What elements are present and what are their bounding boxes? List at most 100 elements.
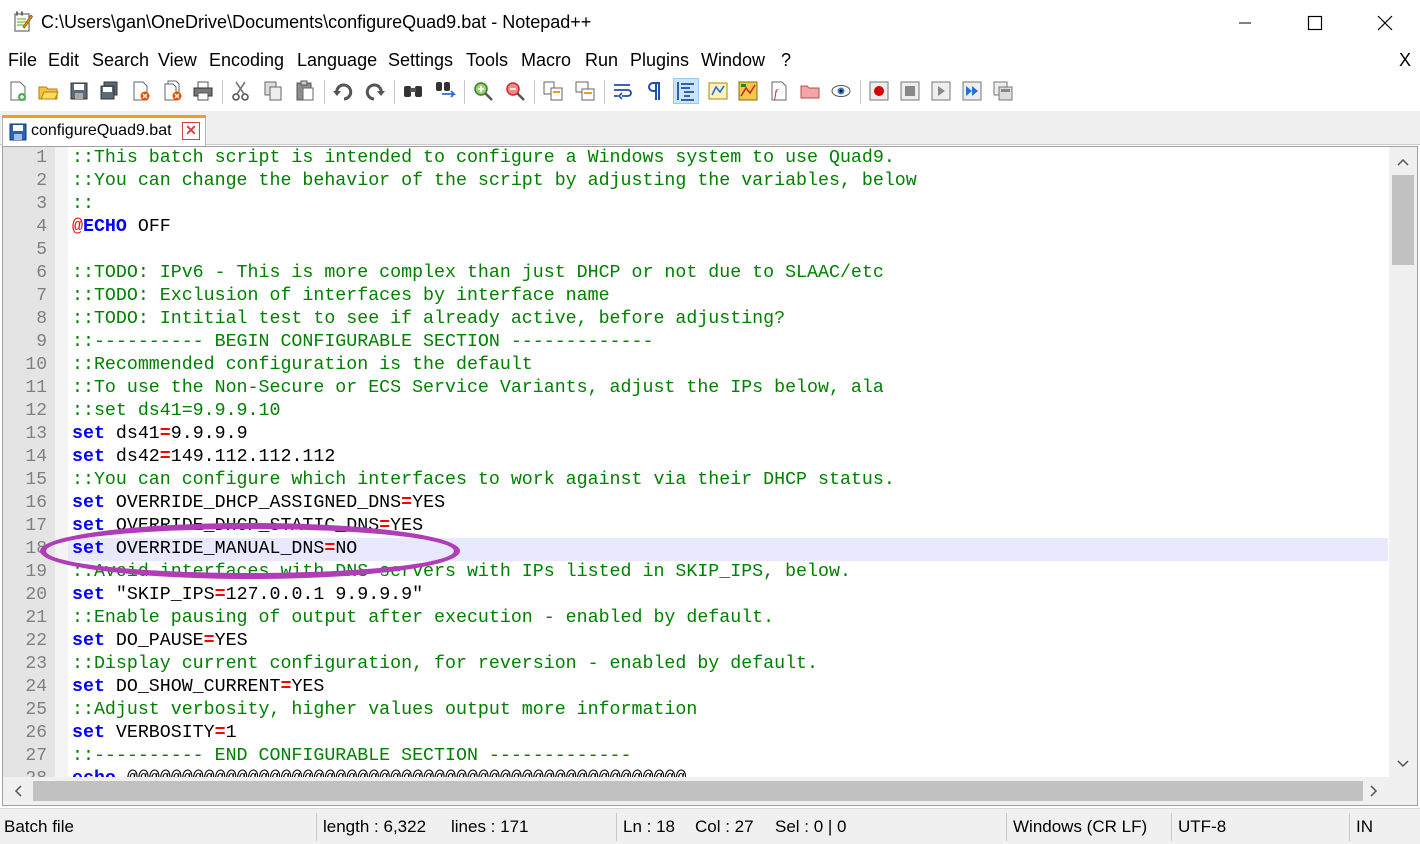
menu-help[interactable]: ? (781, 50, 791, 71)
code-line[interactable]: set ds41=9.9.9.9 (68, 423, 1388, 446)
scroll-right-button[interactable] (1363, 777, 1385, 805)
status-encoding[interactable]: UTF-8 (1178, 809, 1226, 844)
maximize-icon (1307, 15, 1323, 31)
menu-view[interactable]: View (158, 50, 197, 71)
maximize-button[interactable] (1280, 0, 1350, 46)
menu-tools[interactable]: Tools (466, 50, 508, 71)
menu-window[interactable]: Window (701, 50, 765, 71)
show-all-characters-button[interactable] (641, 78, 667, 104)
vertical-scroll-thumb[interactable] (1392, 175, 1414, 265)
menu-edit[interactable]: Edit (48, 50, 79, 71)
close-document-button[interactable]: X (1399, 50, 1411, 71)
undo-button[interactable] (330, 78, 356, 104)
code-line[interactable]: ::---------- BEGIN CONFIGURABLE SECTION … (68, 331, 1388, 354)
code-line[interactable]: ::Recommended configuration is the defau… (68, 354, 1388, 377)
save-macro-button[interactable] (990, 78, 1016, 104)
run-macro-multiple-button[interactable] (959, 78, 985, 104)
menu-macro[interactable]: Macro (521, 50, 571, 71)
close-button[interactable] (128, 78, 154, 104)
code-line[interactable]: set DO_SHOW_CURRENT=YES (68, 676, 1388, 699)
sync-horizontal-icon (575, 81, 595, 101)
code-line[interactable]: set DO_PAUSE=YES (68, 630, 1388, 653)
code-line[interactable]: echo @@@@@@@@@@@@@@@@@@@@@@@@@@@@@@@@@@@… (68, 768, 1388, 777)
menu-file[interactable]: File (8, 50, 37, 71)
code-line[interactable]: ::You can configure which interfaces to … (68, 469, 1388, 492)
indent-guide-button[interactable] (673, 78, 699, 104)
save-all-button[interactable] (96, 78, 122, 104)
document-map-button[interactable] (735, 78, 761, 104)
code-line[interactable]: @ECHO OFF (68, 216, 1388, 239)
menu-run[interactable]: Run (585, 50, 618, 71)
code-line[interactable]: ::To use the Non-Secure or ECS Service V… (68, 377, 1388, 400)
code-line[interactable] (68, 239, 1388, 262)
comment-text: ::Enable pausing of output after executi… (72, 608, 775, 628)
zoom-in-button[interactable] (470, 78, 496, 104)
find-button[interactable] (400, 78, 426, 104)
code-line[interactable]: ::set ds41=9.9.9.10 (68, 400, 1388, 423)
status-insert-mode[interactable]: IN (1356, 809, 1373, 844)
code-line[interactable]: set "SKIP_IPS=127.0.0.1 9.9.9.9" (68, 584, 1388, 607)
keyword: set (72, 539, 105, 559)
code-area[interactable]: ::This batch script is intended to confi… (68, 147, 1388, 777)
code-line[interactable]: ::This batch script is intended to confi… (68, 147, 1388, 170)
paste-button[interactable] (292, 78, 318, 104)
tab-configurequad9[interactable]: configureQuad9.bat ✕ (2, 115, 206, 146)
word-wrap-button[interactable] (610, 78, 636, 104)
menu-plugins[interactable]: Plugins (630, 50, 689, 71)
sync-horizontal-scroll-button[interactable] (572, 78, 598, 104)
new-file-button[interactable] (5, 78, 31, 104)
vertical-scrollbar[interactable] (1389, 147, 1417, 777)
redo-button[interactable] (362, 78, 388, 104)
code-line[interactable]: set OVERRIDE_MANUAL_DNS=NO (68, 538, 1388, 561)
code-line[interactable]: :: (68, 193, 1388, 216)
code-line[interactable]: ::TODO: Intitial test to see if already … (68, 308, 1388, 331)
horizontal-scrollbar[interactable] (3, 777, 1389, 805)
menu-search[interactable]: Search (92, 50, 149, 71)
save-button[interactable] (66, 78, 92, 104)
zoom-out-button[interactable] (502, 78, 528, 104)
code-line[interactable]: set ds42=149.112.112.112 (68, 446, 1388, 469)
editor[interactable]: 1 2 3 4 5 6 7 8 9 10 11 12 13 14 15 16 17 18 19 20 21 22 23 24 2… (2, 146, 1418, 806)
code-line[interactable]: set OVERRIDE_DHCP_STATIC_DNS=YES (68, 515, 1388, 538)
line-number: 22 (25, 631, 47, 651)
playback-macro-button[interactable] (928, 78, 954, 104)
code-line[interactable]: ::Enable pausing of output after executi… (68, 607, 1388, 630)
menu-settings[interactable]: Settings (388, 50, 453, 71)
horizontal-scroll-thumb[interactable] (33, 781, 1363, 801)
code-line[interactable]: ::---------- END CONFIGURABLE SECTION --… (68, 745, 1388, 768)
print-button[interactable] (190, 78, 216, 104)
code-line-text: ::Avoid interfaces with DNS servers with… (72, 561, 851, 584)
scroll-left-button[interactable] (7, 777, 29, 805)
close-all-button[interactable] (160, 78, 186, 104)
code-line[interactable]: ::Display current configuration, for rev… (68, 653, 1388, 676)
code-line[interactable]: set VERBOSITY=1 (68, 722, 1388, 745)
code-line-text: ::Display current configuration, for rev… (72, 653, 818, 676)
sync-vertical-scroll-button[interactable] (540, 78, 566, 104)
scroll-up-button[interactable] (1389, 151, 1417, 173)
code-line[interactable]: ::TODO: IPv6 - This is more complex than… (68, 262, 1388, 285)
code-line[interactable]: ::Adjust verbosity, higher values output… (68, 699, 1388, 722)
code-line[interactable]: set OVERRIDE_DHCP_ASSIGNED_DNS=YES (68, 492, 1388, 515)
close-window-button[interactable] (1350, 0, 1420, 46)
copy-button[interactable] (260, 78, 286, 104)
code-line[interactable]: ::You can change the behavior of the scr… (68, 170, 1388, 193)
replace-button[interactable] (432, 78, 458, 104)
function-list-button[interactable]: f (766, 78, 792, 104)
cut-button[interactable] (228, 78, 254, 104)
stop-recording-button[interactable] (897, 78, 923, 104)
record-macro-button[interactable] (866, 78, 892, 104)
tab-close-button[interactable]: ✕ (182, 122, 200, 140)
minimize-button[interactable] (1210, 0, 1280, 46)
menu-encoding[interactable]: Encoding (209, 50, 284, 71)
scroll-down-button[interactable] (1389, 753, 1417, 775)
folder-as-workspace-button[interactable] (797, 78, 823, 104)
code-line[interactable]: ::Avoid interfaces with DNS servers with… (68, 561, 1388, 584)
monitoring-button[interactable] (828, 78, 854, 104)
menu-language[interactable]: Language (297, 50, 377, 71)
code-line[interactable]: ::TODO: Exclusion of interfaces by inter… (68, 285, 1388, 308)
line-number: 13 (25, 424, 47, 444)
status-eol[interactable]: Windows (CR LF) (1013, 809, 1147, 844)
user-defined-language-button[interactable] (705, 78, 731, 104)
open-file-button[interactable] (35, 78, 61, 104)
comment-text: ::You can change the behavior of the scr… (72, 171, 917, 191)
